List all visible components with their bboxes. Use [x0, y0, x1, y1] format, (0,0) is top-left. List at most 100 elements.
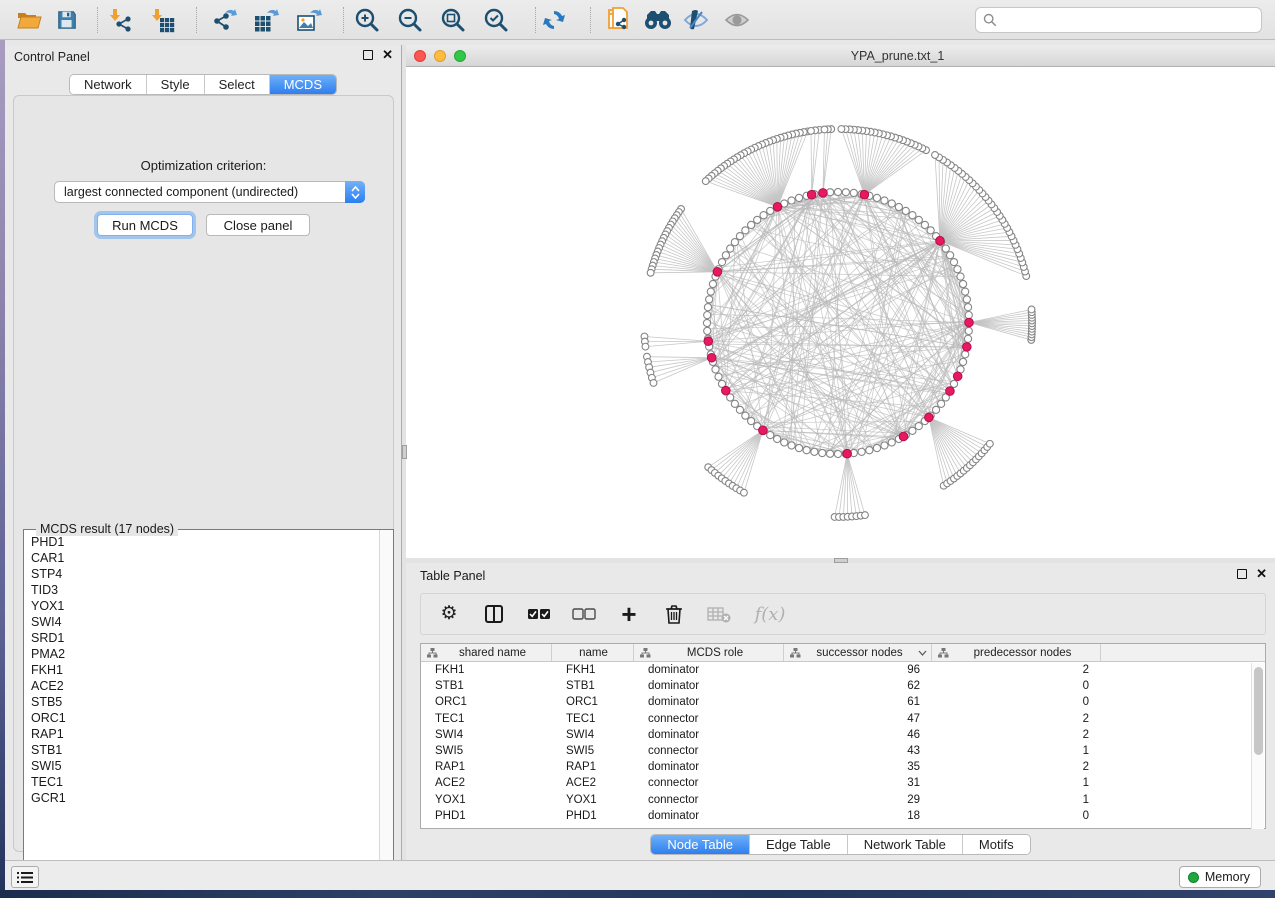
mcds-result-item[interactable]: CAR1	[24, 550, 379, 566]
mcds-node[interactable]	[899, 432, 908, 441]
table-cell[interactable]: STB1	[552, 678, 634, 694]
table-cell[interactable]: 0	[932, 678, 1101, 694]
ring-node[interactable]	[731, 400, 738, 407]
ring-node[interactable]	[942, 245, 949, 252]
ring-node[interactable]	[754, 216, 761, 223]
ring-node[interactable]	[795, 444, 802, 451]
select-all-columns-button[interactable]	[527, 602, 551, 626]
mcds-result-item[interactable]: PHD1	[24, 534, 379, 550]
ring-node[interactable]	[954, 266, 961, 273]
table-cell[interactable]: PHD1	[552, 808, 634, 824]
ring-node[interactable]	[767, 207, 774, 214]
leaf-node[interactable]	[986, 440, 993, 447]
create-column-button[interactable]: +	[617, 602, 641, 626]
mcds-result-item[interactable]: STB1	[24, 742, 379, 758]
ring-node[interactable]	[962, 351, 969, 358]
mcds-node[interactable]	[936, 236, 945, 245]
ring-node[interactable]	[742, 227, 749, 234]
deselect-all-columns-button[interactable]	[572, 602, 596, 626]
mcds-node[interactable]	[807, 190, 816, 199]
ring-node[interactable]	[788, 197, 795, 204]
tab-mcds[interactable]: MCDS	[270, 75, 336, 94]
task-history-button[interactable]	[11, 866, 39, 888]
ring-node[interactable]	[742, 412, 749, 419]
table-cell[interactable]: 62	[784, 678, 932, 694]
table-scrollbar[interactable]	[1251, 663, 1264, 829]
ring-node[interactable]	[963, 296, 970, 303]
ring-node[interactable]	[888, 439, 895, 446]
mcds-node[interactable]	[965, 318, 974, 327]
table-cell[interactable]: dominator	[634, 694, 784, 710]
ring-node[interactable]	[921, 221, 928, 228]
mcds-node[interactable]	[759, 426, 768, 435]
ring-node[interactable]	[965, 327, 972, 334]
float-panel-icon[interactable]	[1237, 569, 1247, 579]
table-cell[interactable]: 2	[932, 759, 1101, 775]
ring-node[interactable]	[858, 448, 865, 455]
leaf-node[interactable]	[741, 489, 748, 496]
table-cell[interactable]: ACE2	[552, 775, 634, 791]
mcds-node[interactable]	[860, 190, 869, 199]
mcds-result-item[interactable]: SRD1	[24, 630, 379, 646]
ring-node[interactable]	[895, 203, 902, 210]
mcds-node[interactable]	[819, 189, 828, 198]
table-cell[interactable]: SWI4	[552, 727, 634, 743]
table-cell[interactable]: 47	[784, 711, 932, 727]
show-columns-button[interactable]	[482, 602, 506, 626]
ring-node[interactable]	[888, 200, 895, 207]
ring-node[interactable]	[909, 427, 916, 434]
network-from-file-button[interactable]	[602, 4, 636, 36]
ring-node[interactable]	[718, 259, 725, 266]
ring-node[interactable]	[795, 194, 802, 201]
table-cell[interactable]: dominator	[634, 759, 784, 775]
zoom-in-button[interactable]	[350, 4, 384, 36]
mcds-result-item[interactable]: SWI5	[24, 758, 379, 774]
ring-node[interactable]	[811, 448, 818, 455]
scrollbar-thumb[interactable]	[1254, 667, 1263, 755]
mcds-result-item[interactable]: ACE2	[24, 678, 379, 694]
table-cell[interactable]: dominator	[634, 727, 784, 743]
ring-node[interactable]	[704, 304, 711, 311]
delete-column-button[interactable]	[662, 602, 686, 626]
mcds-node[interactable]	[707, 353, 716, 362]
float-panel-icon[interactable]	[363, 50, 373, 60]
ring-node[interactable]	[767, 432, 774, 439]
ring-node[interactable]	[915, 216, 922, 223]
tab-select[interactable]: Select	[205, 75, 270, 94]
column-header[interactable]: shared name	[421, 644, 552, 661]
table-cell[interactable]: 1	[932, 775, 1101, 791]
export-image-button[interactable]	[292, 4, 326, 36]
ring-node[interactable]	[707, 288, 714, 295]
leaf-node[interactable]	[1028, 306, 1035, 313]
close-panel-icon[interactable]: ✕	[382, 50, 393, 60]
table-row[interactable]: SWI5SWI5connector431	[421, 743, 1265, 759]
leaf-node[interactable]	[821, 126, 828, 133]
show-all-button[interactable]	[720, 4, 754, 36]
table-cell[interactable]: ORC1	[421, 694, 552, 710]
ring-node[interactable]	[731, 239, 738, 246]
table-cell[interactable]: 2	[932, 711, 1101, 727]
table-cell[interactable]: 61	[784, 694, 932, 710]
column-header[interactable]: MCDS role	[634, 644, 784, 661]
table-cell[interactable]: 1	[932, 743, 1101, 759]
table-cell[interactable]: TEC1	[552, 711, 634, 727]
column-header[interactable]: successor nodes	[784, 644, 932, 661]
ring-node[interactable]	[715, 373, 722, 380]
search-input[interactable]	[1002, 13, 1261, 27]
table-row[interactable]: SWI4SWI4dominator462	[421, 727, 1265, 743]
ring-node[interactable]	[842, 189, 849, 196]
table-cell[interactable]: ACE2	[421, 775, 552, 791]
ring-node[interactable]	[873, 444, 880, 451]
leaf-node[interactable]	[642, 343, 649, 350]
ring-node[interactable]	[736, 406, 743, 413]
ring-node[interactable]	[704, 311, 711, 318]
ring-node[interactable]	[927, 227, 934, 234]
table-cell[interactable]: SWI4	[421, 727, 552, 743]
ring-node[interactable]	[834, 450, 841, 457]
table-cell[interactable]: connector	[634, 711, 784, 727]
ring-node[interactable]	[704, 327, 711, 334]
ring-node[interactable]	[722, 252, 729, 259]
tab-edge-table[interactable]: Edge Table	[750, 835, 848, 854]
table-cell[interactable]: dominator	[634, 808, 784, 824]
first-neighbors-button[interactable]	[641, 4, 675, 36]
